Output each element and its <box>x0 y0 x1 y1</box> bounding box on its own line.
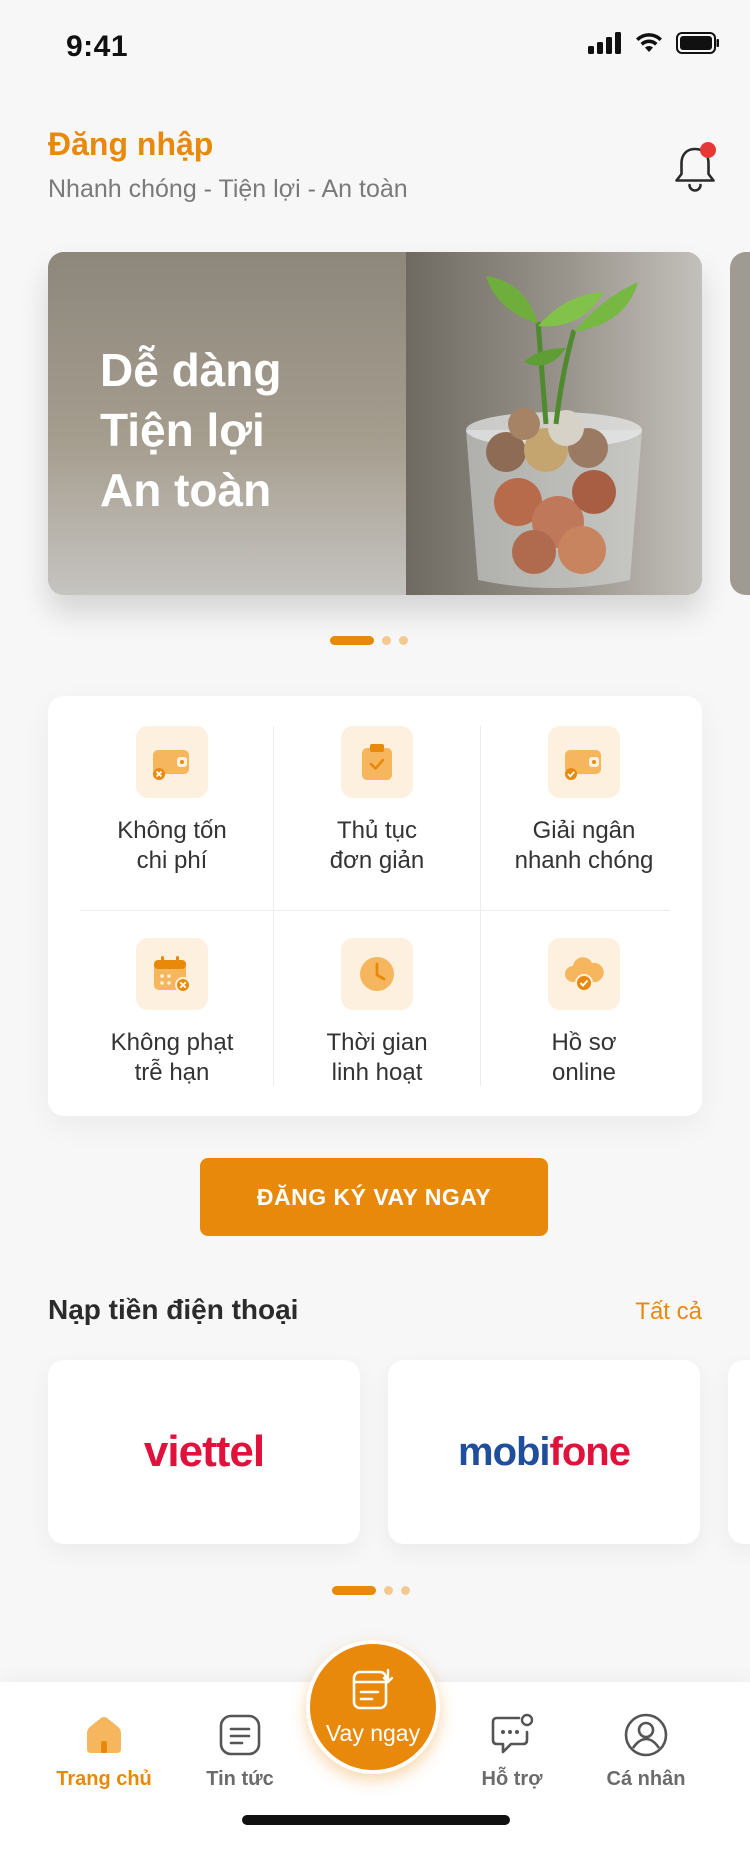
signal-icon <box>588 32 621 54</box>
loan-form-icon <box>310 1668 436 1712</box>
feature-label: Thời gian linh hoạt <box>326 1029 428 1086</box>
banner-line: An toàn <box>100 464 272 516</box>
nav-label: Hỗ trợ <box>481 1768 543 1790</box>
clock-icon <box>341 938 413 1010</box>
status-time: 9:41 <box>66 30 129 63</box>
wifi-icon <box>636 33 662 52</box>
pagination-dot[interactable] <box>401 1586 410 1595</box>
cloud-check-icon <box>548 938 620 1010</box>
feature-label: Không phạt trễ hạn <box>110 1029 234 1086</box>
wallet-check-icon <box>548 726 620 798</box>
nav-label: Cá nhân <box>606 1768 686 1790</box>
clipboard-check-icon <box>341 726 413 798</box>
feature-no-late-penalty: Không phạt trễ hạn <box>68 938 276 1122</box>
header-subtitle: Nhanh chóng - Tiện lợi - An toàn <box>48 175 408 203</box>
pagination-dot-active[interactable] <box>332 1586 376 1595</box>
banner-pagination <box>330 636 408 645</box>
borrow-now-label: Vay ngay <box>325 1720 421 1746</box>
calendar-x-icon <box>136 938 208 1010</box>
notification-badge <box>700 142 716 158</box>
home-icon <box>81 1712 127 1758</box>
home-indicator <box>242 1815 510 1825</box>
nav-item-profile[interactable]: Cá nhân <box>586 1712 706 1791</box>
notification-button[interactable] <box>672 142 718 194</box>
nav-item-news[interactable]: Tin tức <box>180 1712 300 1791</box>
pagination-dot-active[interactable] <box>330 636 374 645</box>
status-bar: 9:41 <box>0 0 750 96</box>
news-icon <box>217 1712 263 1758</box>
wallet-x-icon <box>136 726 208 798</box>
viettel-logo: viettel <box>143 1427 265 1476</box>
login-link[interactable]: Đăng nhập <box>48 126 718 163</box>
borrow-now-button[interactable]: Vay ngay <box>306 1640 440 1774</box>
carrier-pagination <box>332 1586 410 1595</box>
feature-flexible-time: Thời gian linh hoạt <box>273 938 481 1122</box>
chat-support-icon <box>489 1712 535 1758</box>
banner-line: Dễ dàng <box>100 344 282 396</box>
banner-line: Tiện lợi <box>100 404 265 456</box>
carrier-card-mobifone[interactable]: mobifone <box>388 1360 700 1544</box>
pagination-dot[interactable] <box>382 636 391 645</box>
feature-label: Không tốn chi phí <box>117 817 227 874</box>
feature-label: Hồ sơ online <box>551 1029 617 1086</box>
nav-label: Trang chủ <box>56 1768 152 1790</box>
banner-image <box>406 252 702 595</box>
header: Đăng nhập Nhanh chóng - Tiện lợi - An to… <box>48 126 718 216</box>
nav-item-support[interactable]: Hỗ trợ <box>452 1712 572 1791</box>
features-card: Không tốn chi phí Thủ tục đơn giản Giải … <box>48 696 702 1116</box>
feature-label: Thủ tục đơn giản <box>329 817 425 874</box>
divider <box>80 910 670 911</box>
pagination-dot[interactable] <box>384 1586 393 1595</box>
feature-online-profile: Hồ sơ online <box>480 938 688 1122</box>
feature-no-fee: Không tốn chi phí <box>68 726 276 910</box>
banner-headline: Dễ dàng Tiện lợi An toàn <box>100 340 281 520</box>
next-carrier-peek[interactable] <box>728 1360 750 1544</box>
carrier-card-viettel[interactable]: viettel <box>48 1360 360 1544</box>
pagination-dot[interactable] <box>399 636 408 645</box>
register-loan-button[interactable]: ĐĂNG KÝ VAY NGAY <box>200 1158 548 1236</box>
topup-section-title: Nạp tiền điện thoại <box>48 1294 299 1325</box>
coin-plant-illustration <box>466 276 642 588</box>
promo-banner[interactable]: Dễ dàng Tiện lợi An toàn <box>48 252 702 595</box>
nav-item-home[interactable]: Trang chủ <box>44 1712 164 1791</box>
status-icons <box>588 32 720 54</box>
mobifone-logo: mobifone <box>458 1429 631 1474</box>
feature-simple-procedure: Thủ tục đơn giản <box>273 726 481 910</box>
see-all-link[interactable]: Tất cả <box>635 1298 702 1326</box>
nav-label: Tin tức <box>206 1768 274 1790</box>
next-banner-peek[interactable] <box>730 252 750 595</box>
profile-icon <box>623 1712 669 1758</box>
battery-icon <box>676 32 719 54</box>
feature-label: Giải ngân nhanh chóng <box>514 817 654 874</box>
feature-fast-disbursement: Giải ngân nhanh chóng <box>480 726 688 910</box>
